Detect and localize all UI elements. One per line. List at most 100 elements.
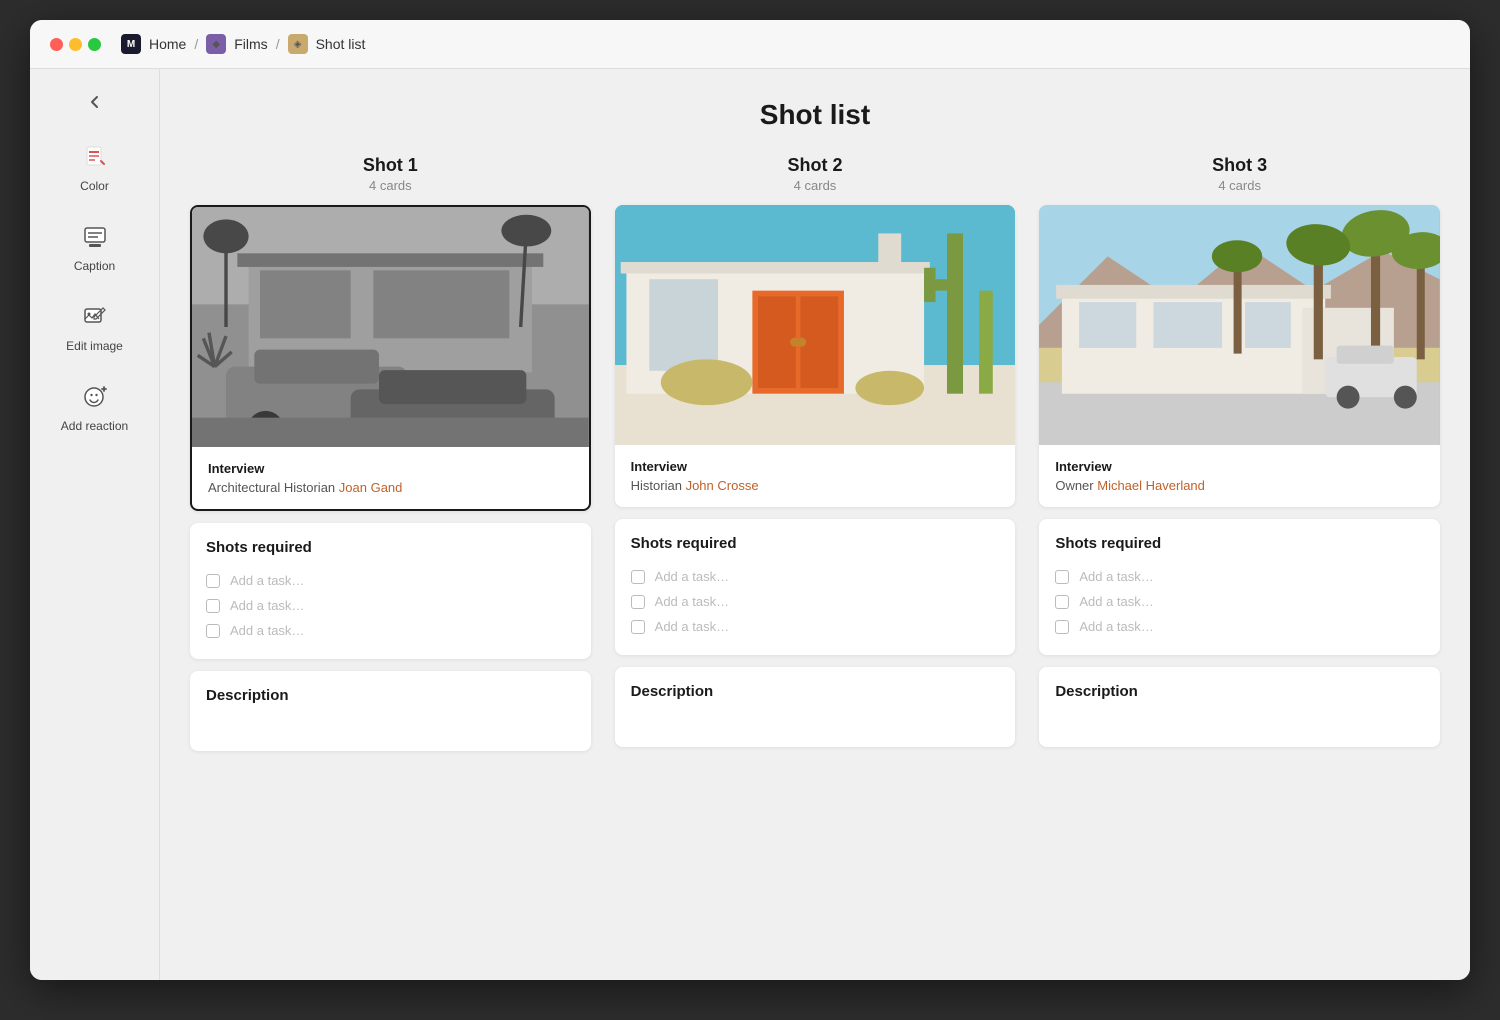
caption-icon [79,221,111,253]
shots-required-shot3: Shots required Add a task… Add a task… A… [1039,519,1440,655]
task-item: Add a task… [631,614,1000,639]
card-link-shot1[interactable]: Joan Gand [339,480,403,495]
description-card-shot2: Description [615,667,1016,747]
column-header-shot3: Shot 3 4 cards [1039,155,1440,193]
column-subtitle-shot1: 4 cards [190,178,591,193]
task-checkbox[interactable] [1055,570,1069,584]
card-image-shot3 [1039,205,1440,445]
task-item: Add a task… [1055,589,1424,614]
description-title-shot1: Description [206,687,575,704]
task-label: Add a task… [1079,569,1153,584]
columns-container: Shot 1 4 cards [190,155,1440,751]
card-image-shot2 [615,205,1016,445]
traffic-lights [50,38,101,51]
column-subtitle-shot2: 4 cards [615,178,1016,193]
breadcrumb-films[interactable]: Films [234,36,267,52]
task-label: Add a task… [230,573,304,588]
add-reaction-label: Add reaction [61,419,128,433]
card-desc-shot3: Owner Michael Haverland [1055,478,1424,493]
featured-card-shot2[interactable]: Interview Historian John Crosse [615,205,1016,507]
task-label: Add a task… [1079,619,1153,634]
page-title: Shot list [190,69,1440,155]
column-shot3: Shot 3 4 cards [1039,155,1440,751]
card-body-shot3: Interview Owner Michael Haverland [1039,445,1440,507]
color-icon [79,141,111,173]
card-desc-shot2: Historian John Crosse [631,478,1000,493]
main-area: Color Caption [30,69,1470,980]
card-type-shot1: Interview [208,461,573,476]
shots-required-shot1: Shots required Add a task… Add a task… A… [190,523,591,659]
column-title-shot2: Shot 2 [615,155,1016,176]
task-item: Add a task… [631,564,1000,589]
description-title-shot3: Description [1055,683,1424,700]
shots-required-shot2: Shots required Add a task… Add a task… A… [615,519,1016,655]
task-checkbox[interactable] [631,620,645,634]
shots-required-title-shot3: Shots required [1055,535,1424,552]
task-label: Add a task… [1079,594,1153,609]
edit-image-icon [79,301,111,333]
close-button[interactable] [50,38,63,51]
column-title-shot1: Shot 1 [190,155,591,176]
card-desc-shot1: Architectural Historian Joan Gand [208,480,573,495]
description-title-shot2: Description [631,683,1000,700]
card-link-shot3[interactable]: Michael Haverland [1097,478,1205,493]
column-header-shot1: Shot 1 4 cards [190,155,591,193]
description-card-shot1: Description [190,671,591,751]
task-checkbox[interactable] [631,570,645,584]
card-body-shot2: Interview Historian John Crosse [615,445,1016,507]
task-label: Add a task… [655,594,729,609]
column-shot2: Shot 2 4 cards [615,155,1016,751]
task-checkbox[interactable] [206,599,220,613]
sidebar: Color Caption [30,69,160,980]
featured-card-shot1[interactable]: Interview Architectural Historian Joan G… [190,205,591,511]
caption-label: Caption [74,259,115,273]
sidebar-item-edit-image[interactable]: Edit image [30,287,159,367]
task-item: Add a task… [206,618,575,643]
sidebar-back-section [30,85,159,119]
shotlist-icon: ◈ [288,34,308,54]
films-icon: ◆ [206,34,226,54]
task-item: Add a task… [1055,564,1424,589]
edit-image-label: Edit image [66,339,123,353]
breadcrumb-shotlist[interactable]: Shot list [316,36,366,52]
sidebar-item-color[interactable]: Color [30,127,159,207]
task-checkbox[interactable] [206,574,220,588]
card-type-shot3: Interview [1055,459,1424,474]
shots-required-title-shot2: Shots required [631,535,1000,552]
task-checkbox[interactable] [631,595,645,609]
card-image-shot1 [192,207,589,447]
breadcrumb-home[interactable]: Home [149,36,186,52]
card-body-shot1: Interview Architectural Historian Joan G… [192,447,589,509]
breadcrumb: M Home / ◆ Films / ◈ Shot list [121,34,365,54]
task-checkbox[interactable] [1055,620,1069,634]
task-item: Add a task… [631,589,1000,614]
content-area: Shot list Shot 1 4 cards [160,69,1470,980]
column-header-shot2: Shot 2 4 cards [615,155,1016,193]
minimize-button[interactable] [69,38,82,51]
task-label: Add a task… [230,623,304,638]
column-title-shot3: Shot 3 [1039,155,1440,176]
titlebar: M Home / ◆ Films / ◈ Shot list [30,20,1470,69]
sidebar-item-add-reaction[interactable]: Add reaction [30,367,159,447]
color-label: Color [80,179,109,193]
task-item: Add a task… [206,593,575,618]
task-item: Add a task… [206,568,575,593]
back-button[interactable] [86,93,104,111]
breadcrumb-sep-2: / [276,36,280,52]
task-label: Add a task… [230,598,304,613]
breadcrumb-sep-1: / [194,36,198,52]
home-icon: M [121,34,141,54]
task-checkbox[interactable] [206,624,220,638]
shots-required-title-shot1: Shots required [206,539,575,556]
task-item: Add a task… [1055,614,1424,639]
maximize-button[interactable] [88,38,101,51]
app-window: M Home / ◆ Films / ◈ Shot list [30,20,1470,980]
sidebar-item-caption[interactable]: Caption [30,207,159,287]
card-link-shot2[interactable]: John Crosse [686,478,759,493]
task-checkbox[interactable] [1055,595,1069,609]
description-card-shot3: Description [1039,667,1440,747]
add-reaction-icon [79,381,111,413]
column-shot1: Shot 1 4 cards [190,155,591,751]
featured-card-shot3[interactable]: Interview Owner Michael Haverland [1039,205,1440,507]
task-label: Add a task… [655,619,729,634]
